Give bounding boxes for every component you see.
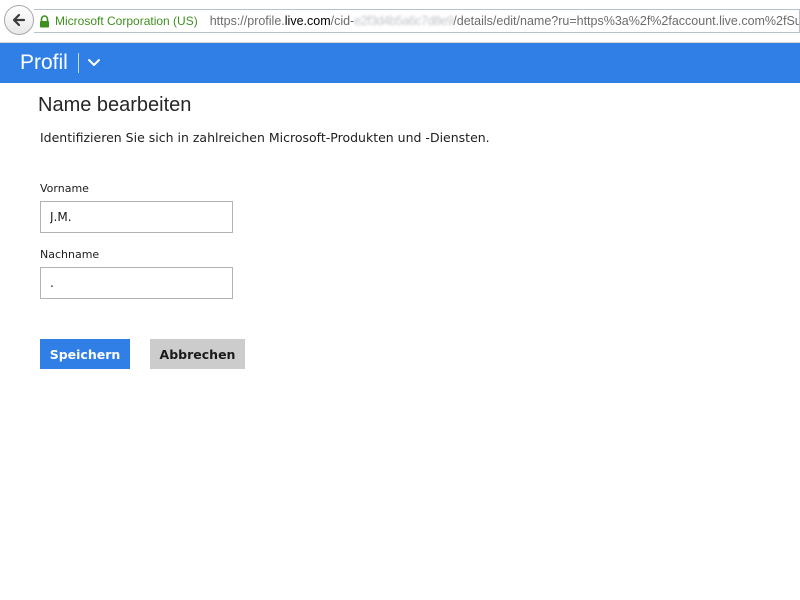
- last-name-input[interactable]: [40, 267, 233, 299]
- url-text[interactable]: https://profile.live.com/cid-e2f3d4b5a6c…: [209, 14, 800, 28]
- url-host: live.com: [284, 14, 331, 28]
- back-button[interactable]: [4, 5, 34, 35]
- browser-toolbar: Microsoft Corporation (US) https://profi…: [0, 0, 800, 43]
- url-redacted: e2f3d4b5a6c7d8e9: [354, 14, 454, 28]
- url-rest: /details/edit/name?ru=https%3a%2f%2facco…: [453, 14, 800, 28]
- cancel-button[interactable]: Abbrechen: [150, 339, 245, 369]
- header-divider: [77, 53, 79, 73]
- first-name-label: Vorname: [40, 182, 89, 195]
- last-name-label: Nachname: [40, 248, 100, 261]
- lock-icon: [39, 14, 50, 28]
- header-menu-button[interactable]: [87, 58, 101, 68]
- page-subtitle: Identifizieren Sie sich in zahlreichen M…: [40, 130, 490, 145]
- first-name-input[interactable]: [40, 201, 233, 233]
- brand-title[interactable]: Profil: [20, 51, 68, 75]
- chevron-down-icon: [87, 59, 100, 66]
- save-button[interactable]: Speichern: [40, 339, 130, 369]
- site-identity[interactable]: Microsoft Corporation (US): [55, 14, 198, 28]
- app-header: Profil: [0, 43, 800, 83]
- address-bar[interactable]: Microsoft Corporation (US) https://profi…: [34, 9, 800, 33]
- page-title: Name bearbeiten: [38, 94, 192, 116]
- url-prefix: https://profile.: [209, 14, 285, 28]
- back-arrow-icon: [12, 13, 26, 27]
- url-path-start: /cid-: [330, 14, 355, 28]
